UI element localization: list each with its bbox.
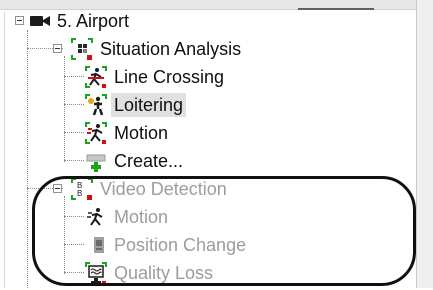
tree-node-line-crossing[interactable]: Line Crossing bbox=[84, 64, 224, 90]
tree-connector bbox=[64, 56, 65, 162]
highlight-annotation bbox=[32, 176, 416, 286]
tree-node-create[interactable]: Create... bbox=[84, 148, 183, 174]
tree-node-motion[interactable]: Motion bbox=[84, 120, 168, 146]
camera-icon bbox=[29, 9, 51, 33]
line-crossing-icon bbox=[84, 65, 108, 89]
situation-analysis-icon bbox=[70, 37, 94, 61]
tree-connector bbox=[64, 160, 84, 161]
loitering-icon bbox=[84, 93, 108, 117]
create-icon bbox=[84, 149, 108, 173]
tree-connector bbox=[64, 132, 84, 133]
collapse-toggle-situation-analysis[interactable] bbox=[53, 44, 62, 53]
tree-node-situation-analysis[interactable]: Situation Analysis bbox=[70, 36, 241, 62]
tree-node-label: Line Crossing bbox=[114, 67, 225, 87]
tree-connector bbox=[64, 76, 84, 77]
motion-icon bbox=[84, 121, 108, 145]
tree-node-label: Motion bbox=[114, 123, 169, 143]
device-tree: 5. Airport Situation Analysis Line Cross… bbox=[0, 0, 416, 288]
tree-node-airport[interactable]: 5. Airport bbox=[29, 8, 129, 34]
tree-node-label: 5. Airport bbox=[57, 11, 130, 31]
tree-node-label: Loitering bbox=[111, 93, 187, 117]
vertical-scrollbar[interactable] bbox=[416, 0, 433, 288]
tree-node-label: Create... bbox=[114, 151, 184, 171]
tree-node-loitering[interactable]: Loitering bbox=[84, 92, 187, 118]
tree-connector bbox=[64, 104, 84, 105]
tree-connector bbox=[27, 30, 28, 288]
collapse-toggle-root[interactable] bbox=[15, 16, 24, 25]
tree-node-label: Situation Analysis bbox=[100, 39, 242, 59]
